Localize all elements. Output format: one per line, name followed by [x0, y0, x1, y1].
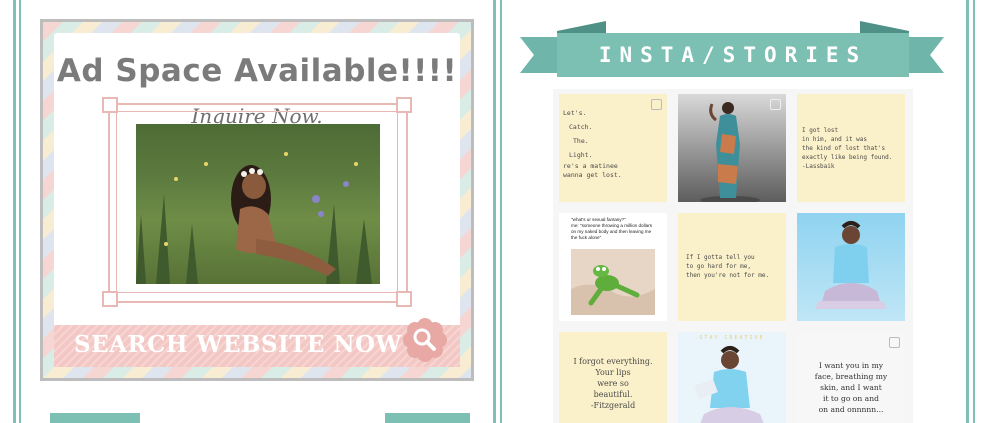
insta-post-photo[interactable]: STAY CREATIVE — [678, 332, 786, 423]
right-border-line — [966, 0, 969, 423]
post-text-line: Your lips — [595, 368, 631, 377]
right-border-line-inner — [973, 0, 975, 423]
post-text-line: it to go on and — [823, 394, 879, 403]
post-text-line: -Lassbaik — [802, 163, 835, 170]
frame-corner — [396, 291, 412, 307]
post-text-line: wanna get lost. — [563, 171, 622, 179]
ad-title: Ad Space Available!!!! — [56, 53, 458, 89]
instagram-grid: Let's. Catch. The. Light. re's a matinee… — [553, 89, 913, 423]
post-text-line: the fuck alone" — [571, 235, 602, 240]
insta-stories-banner: INSTA/STORIES — [520, 21, 944, 81]
next-widget-ribbon — [385, 413, 470, 423]
insta-post[interactable]: Let's. Catch. The. Light. re's a matinee… — [559, 94, 667, 202]
post-text-line: skin, and I want — [820, 383, 882, 392]
post-text-line: then you're not for me. — [686, 272, 770, 279]
carousel-icon — [889, 337, 900, 348]
left-border-line — [13, 0, 16, 423]
insta-post-photo[interactable] — [678, 94, 786, 202]
insta-post[interactable]: I forgot everything. Your lips were so b… — [559, 332, 667, 423]
post-text-line: on and onnnnn... — [818, 405, 884, 414]
insta-stories-title: INSTA/STORIES — [557, 33, 909, 77]
frame-corner — [396, 97, 412, 113]
post-text-line: Let's. — [563, 109, 587, 117]
carousel-icon — [770, 99, 781, 110]
post-text-line: If I gotta tell you — [686, 254, 755, 261]
post-text-line: I want you in my — [818, 361, 884, 370]
post-text-line: face, breathing my — [814, 372, 888, 381]
post-text-line: to go hard for me, — [686, 263, 752, 270]
post-text-line: -Fitzgerald — [590, 401, 636, 410]
insta-post[interactable]: I got lost in him, and it was the kind o… — [797, 94, 905, 202]
left-border-line-inner — [19, 0, 21, 423]
post-text-line: The. — [573, 137, 589, 145]
next-widget-ribbon — [50, 413, 140, 423]
insta-post-meme[interactable]: "what's ur sexual fantasy?" me: "someone… — [559, 213, 667, 321]
post-text-line: re's a matinee — [563, 162, 618, 170]
post-text-line: Light. — [569, 151, 593, 159]
post-text-line: I forgot everything. — [573, 357, 653, 366]
post-text-line: the kind of lost that's — [802, 145, 886, 152]
post-text-line: Catch. — [569, 123, 593, 131]
post-text-line: I got lost — [802, 127, 839, 134]
ad-photo — [136, 124, 380, 284]
post-text-line: beautiful. — [593, 390, 633, 399]
insta-post[interactable]: I want you in my face, breathing my skin… — [797, 332, 905, 423]
insta-post[interactable]: If I gotta tell you to go hard for me, t… — [678, 213, 786, 321]
ad-banner[interactable]: Ad Space Available!!!! Inquire Now. SEAR… — [40, 19, 474, 381]
frame-corner — [102, 291, 118, 307]
carousel-icon — [651, 99, 662, 110]
post-text-line: exactly like being found. — [802, 154, 893, 161]
kermit-image — [571, 249, 655, 315]
post-text-line: in him, and it was — [802, 136, 868, 143]
insta-post-photo[interactable] — [797, 213, 905, 321]
ad-cta-bar[interactable]: SEARCH WEBSITE NOW — [54, 318, 460, 367]
center-divider-inner — [500, 0, 502, 423]
frame-corner — [102, 97, 118, 113]
ad-cta-text[interactable]: SEARCH WEBSITE NOW — [74, 331, 402, 358]
post-text-line: were so — [597, 379, 629, 388]
search-icon[interactable] — [402, 317, 448, 363]
center-divider — [493, 0, 496, 423]
